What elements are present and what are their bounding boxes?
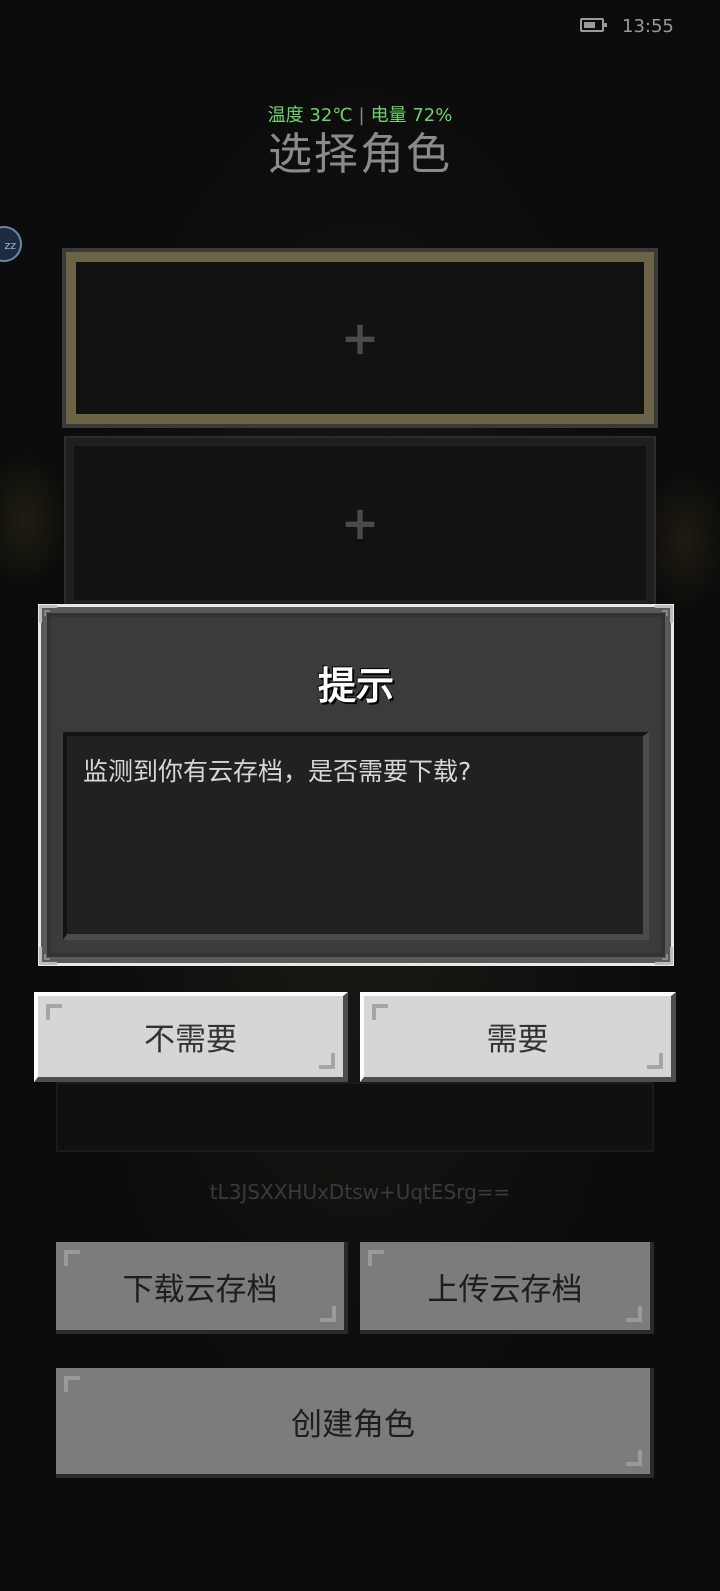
dialog-message-box: 监测到你有云存档，是否需要下载? [63,732,649,940]
button-label: 下载云存档 [122,1271,278,1308]
clock: 13:55 [622,16,674,37]
cloud-save-prompt-dialog: 提示 监测到你有云存档，是否需要下载? [38,604,674,966]
corner-ornament-icon [39,947,57,965]
floating-assistant-bubble[interactable]: zz [0,226,22,262]
corner-ornament-icon [39,605,57,623]
create-character-button[interactable]: 创建角色 [56,1368,654,1478]
corner-ornament-icon [368,1250,384,1266]
corner-ornament-icon [64,1376,80,1392]
dialog-title: 提示 [317,664,394,708]
corner-ornament-icon [655,605,673,623]
corner-ornament-icon [64,1250,80,1266]
confirm-download-button[interactable]: 需要 [360,992,676,1082]
button-label: 创建角色 [291,1406,415,1443]
character-slot-3[interactable] [56,1082,654,1152]
character-slot-1[interactable]: + [62,248,658,428]
button-label: 不需要 [144,1022,237,1058]
corner-ornament-icon [647,1053,663,1069]
character-slot-2[interactable]: + [64,436,656,610]
corner-ornament-icon [46,1004,62,1020]
status-bar: 13:55 [0,0,720,56]
page-title: 选择角色 [268,129,452,180]
battery-icon [580,18,607,32]
background-decoration [0,450,70,590]
decline-download-button[interactable]: 不需要 [34,992,348,1082]
corner-ornament-icon [626,1306,642,1322]
game-screen: 13:55 温度 32℃ | 电量 72% 选择角色 zz + + tL3JSXXH… [0,0,720,1591]
plus-icon: + [340,496,380,550]
button-label: 上传云存档 [427,1271,583,1308]
corner-ornament-icon [655,947,673,965]
dialog-message: 监测到你有云存档，是否需要下载? [83,757,472,786]
corner-ornament-icon [320,1306,336,1322]
plus-icon: + [340,311,380,365]
corner-ornament-icon [626,1450,642,1466]
upload-cloud-save-button[interactable]: 上传云存档 [360,1242,654,1334]
download-cloud-save-button[interactable]: 下载云存档 [56,1242,348,1334]
cloud-save-code: tL3JSXXHUxDtsw+UqtESrg== [209,1180,511,1204]
corner-ornament-icon [372,1004,388,1020]
button-label: 需要 [486,1022,549,1058]
corner-ornament-icon [319,1053,335,1069]
